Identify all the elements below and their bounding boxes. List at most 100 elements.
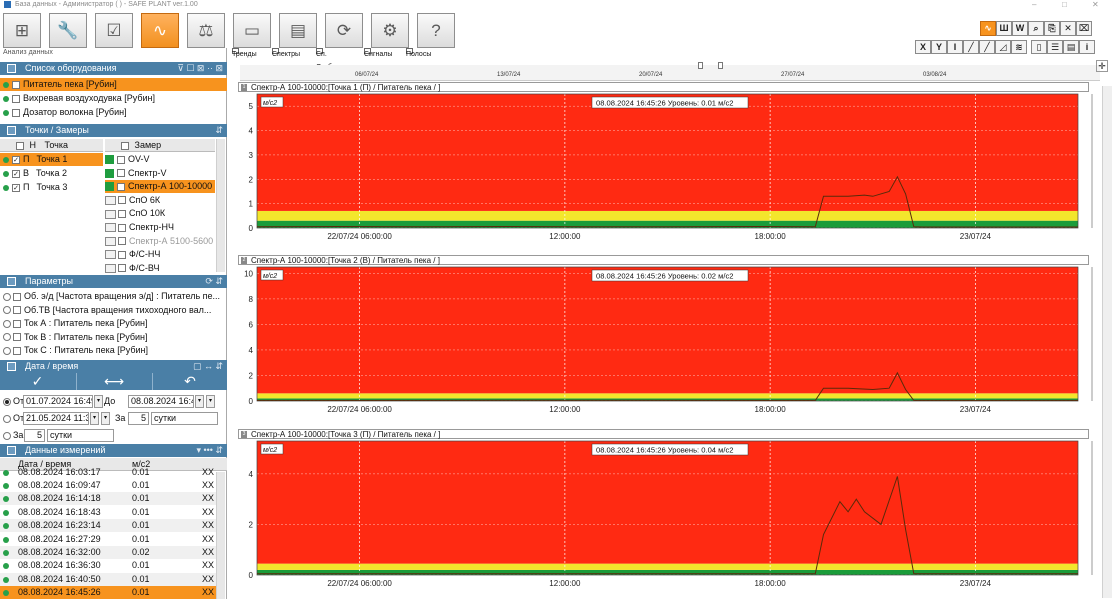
table-row[interactable]: 08.08.2024 16:03:17 0.01 XX <box>0 466 217 479</box>
copy-icon[interactable]: ⎘ <box>1044 21 1060 36</box>
measure-checkbox[interactable] <box>118 210 126 219</box>
range-arrows-icon[interactable]: ⟷ <box>76 373 151 390</box>
close-icon[interactable]: ✕ <box>1092 0 1099 9</box>
from-date-field-1[interactable]: 01.07.2024 16:49 <box>23 395 93 408</box>
table-row[interactable]: 08.08.2024 16:27:29 0.01 XX <box>0 533 217 546</box>
datetime-tools[interactable]: ▢ ↔ ⇵ <box>193 360 223 373</box>
battery-button[interactable]: ▭ <box>233 13 271 48</box>
checklist-button[interactable]: ☑ <box>95 13 133 48</box>
table-row[interactable]: 08.08.2024 16:23:14 0.01 XX <box>0 519 217 533</box>
param-checkbox[interactable] <box>13 319 21 328</box>
param-item[interactable]: Об. э/д [Частота вращения э/д] : Питател… <box>0 290 227 303</box>
export-icon[interactable]: ⌧ <box>1076 21 1092 36</box>
measures-select-all[interactable] <box>121 141 129 150</box>
measure-checkbox[interactable] <box>117 169 125 178</box>
overview-timeline[interactable]: 06/07/24 13/07/24 20/07/24 27/07/24 03/08/24 <box>240 62 1100 81</box>
equipment-checkbox[interactable] <box>12 94 20 103</box>
trend-chart-1[interactable]: 1 Спектр-А 100-10000:[Точка 1 (П) / Питат… <box>238 82 1100 243</box>
param-radio[interactable] <box>3 306 11 315</box>
point-checkbox[interactable] <box>12 169 20 178</box>
radio-for[interactable] <box>3 431 11 440</box>
point-row[interactable]: В Точка 2 <box>0 167 103 180</box>
points-tools[interactable]: ⇵ <box>215 124 223 137</box>
measure-item[interactable]: Спектр-НЧ <box>105 221 215 234</box>
maximize-icon[interactable]: □ <box>1062 0 1067 9</box>
points-select-all[interactable] <box>16 141 24 150</box>
param-checkbox[interactable] <box>13 346 21 355</box>
measure-checkbox[interactable] <box>118 250 126 259</box>
for-unit-select-2[interactable]: сутки <box>151 412 218 425</box>
trend-chart-3[interactable]: 3 Спектр-А 100-10000:[Точка 3 (П) / Питат… <box>238 429 1100 590</box>
measure-checkbox[interactable] <box>118 264 126 273</box>
equipment-item[interactable]: Вихревая воздуходувка [Рубин] <box>0 92 227 105</box>
measure-item[interactable]: OV-V <box>105 153 215 166</box>
structure-button[interactable]: ⊞ <box>3 13 41 48</box>
tools-small-icon[interactable]: ✕ <box>1060 21 1076 36</box>
help-button[interactable]: ? <box>417 13 455 48</box>
param-checkbox[interactable] <box>13 333 21 342</box>
radio-from-for[interactable] <box>3 414 11 423</box>
data-scrollbar[interactable] <box>216 472 225 599</box>
measure-item[interactable]: Спектр-А 100-10000 <box>105 180 215 194</box>
measure-item[interactable]: СпО 10К <box>105 207 215 220</box>
point-row[interactable]: П Точка 3 <box>0 181 103 194</box>
equipment-item[interactable]: Питатель пека [Рубин] <box>0 78 227 91</box>
zoom-icon[interactable]: ⌕ <box>1028 21 1044 36</box>
table-row[interactable]: 08.08.2024 16:09:47 0.01 XX <box>0 479 217 492</box>
equipment-tools[interactable]: ⊽ ☐ ⊠ ·· ⊠ <box>177 62 223 75</box>
measures-scrollbar[interactable] <box>216 139 225 272</box>
waterfall-icon[interactable]: W <box>1012 21 1028 36</box>
from-date-dropdown-2[interactable]: ▾ <box>101 412 110 425</box>
measure-checkbox[interactable] <box>118 223 126 232</box>
data-tools[interactable]: ▾ ••• ⇵ <box>196 444 223 457</box>
param-radio[interactable] <box>3 346 11 355</box>
trend-chart-2[interactable]: 2 Спектр-А 100-10000:[Точка 2 (В) / Питат… <box>238 255 1100 416</box>
chart-svg[interactable]: 0 2 4 6 8 10 22/07/24 06:00:00 12:00:00 18:00:00… <box>238 265 1100 415</box>
measure-checkbox[interactable] <box>118 237 126 246</box>
measure-checkbox[interactable] <box>118 196 126 205</box>
minimize-icon[interactable]: – <box>1032 0 1036 9</box>
cycle-button[interactable]: ⟳ <box>325 13 363 48</box>
move-cross-icon[interactable]: ✛ <box>1096 60 1108 72</box>
to-date-dropdown[interactable]: ▾ <box>206 395 215 408</box>
timeline-handle-left[interactable] <box>698 62 703 69</box>
from-date-spin-2[interactable]: ▾ <box>90 412 99 425</box>
measure-item[interactable]: Ф/С-ВЧ <box>105 262 215 275</box>
param-checkbox[interactable] <box>13 292 21 301</box>
table-row[interactable]: 08.08.2024 16:32:00 0.02 XX <box>0 546 217 559</box>
apply-check-icon[interactable]: ✓ <box>0 373 75 390</box>
chart-svg[interactable]: 0 1 2 3 4 5 22/07/24 06:00:00 12:00:00 18:00:00 2… <box>238 92 1100 242</box>
table-row[interactable]: 08.08.2024 16:45:26 0.01 XX <box>0 586 217 599</box>
from-date-spin-1[interactable]: ▾ <box>94 395 103 408</box>
measure-checkbox[interactable] <box>117 182 125 191</box>
param-item[interactable]: Об.ТВ [Частота вращения тихоходного вал.… <box>0 304 227 317</box>
param-radio[interactable] <box>3 333 11 342</box>
scales-button[interactable]: ⚖ <box>187 13 225 48</box>
measure-item[interactable]: Ф/С-НЧ <box>105 248 215 261</box>
trend-view-icon[interactable]: ∿ <box>980 21 996 36</box>
right-scrollbar[interactable] <box>1102 86 1112 598</box>
param-item[interactable]: Ток А : Питатель пека [Рубин] <box>0 317 227 330</box>
param-item[interactable]: Ток В : Питатель пека [Рубин] <box>0 331 227 344</box>
param-checkbox[interactable] <box>13 306 21 315</box>
params-tools[interactable]: ⟳ ⇵ <box>205 275 223 288</box>
param-item[interactable]: Ток С : Питатель пека [Рубин] <box>0 344 227 357</box>
measure-checkbox[interactable] <box>117 155 125 164</box>
trend-analysis-button[interactable]: ∿ <box>141 13 179 48</box>
report-button[interactable]: ▤ <box>279 13 317 48</box>
timeline-handle-right[interactable] <box>718 62 723 69</box>
param-radio[interactable] <box>3 319 11 328</box>
from-date-field-2[interactable]: 21.05.2024 11:32 <box>23 412 89 425</box>
point-checkbox[interactable] <box>12 155 20 164</box>
equipment-checkbox[interactable] <box>12 108 20 117</box>
tools-button[interactable]: 🔧 <box>49 13 87 48</box>
radio-for-row[interactable]: За <box>0 429 24 442</box>
table-row[interactable]: 08.08.2024 16:14:18 0.01 XX <box>0 492 217 506</box>
equipment-checkbox[interactable] <box>12 80 20 89</box>
to-date-spin[interactable]: ▾ <box>195 395 204 408</box>
measure-item[interactable]: Спектр-V <box>105 167 215 180</box>
measure-item[interactable]: СпО 6К <box>105 194 215 207</box>
for-unit-select[interactable]: сутки <box>47 429 114 442</box>
settings-gear-button[interactable]: ⚙ <box>371 13 409 48</box>
table-row[interactable]: 08.08.2024 16:36:30 0.01 XX <box>0 559 217 572</box>
